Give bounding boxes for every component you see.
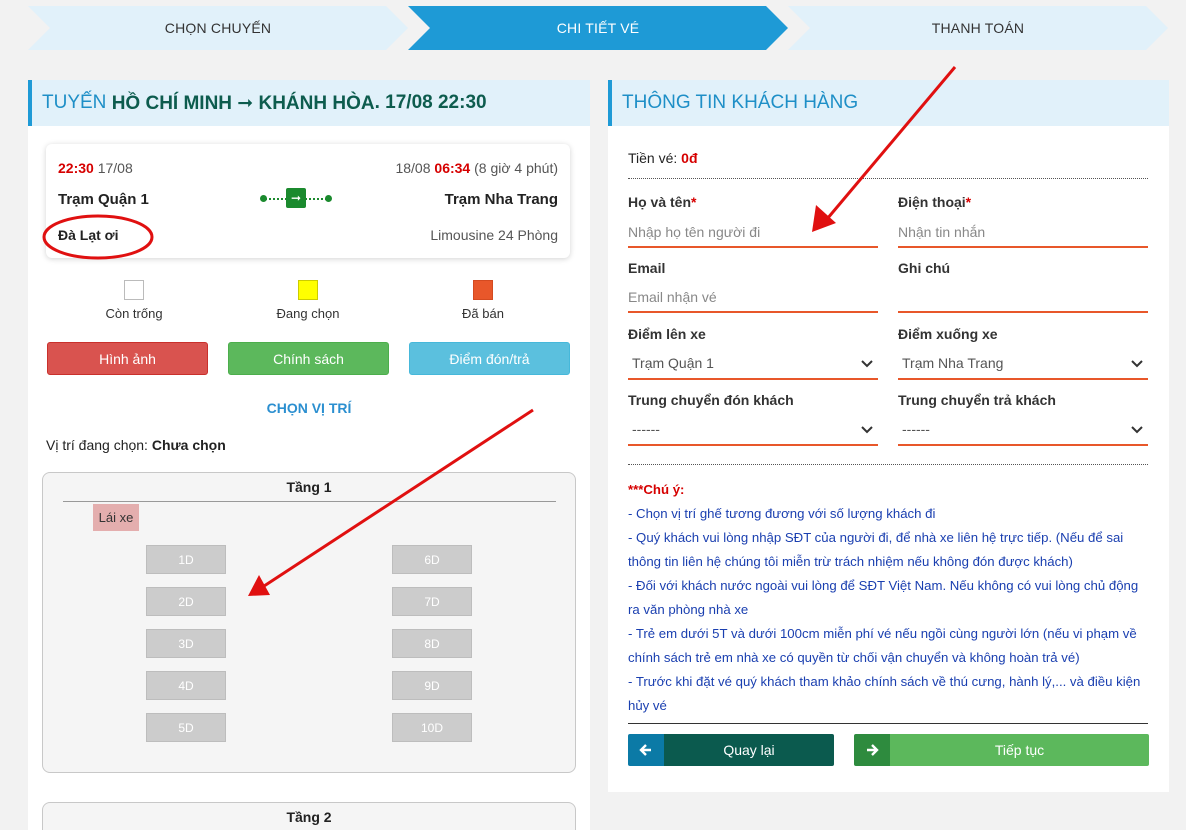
customer-panel: THÔNG TIN KHÁCH HÀNG Tiền vé: 0đ Họ và t… [608, 80, 1169, 792]
depart-date: 17/08 [97, 160, 133, 176]
seat-7d[interactable]: 7D [392, 587, 472, 616]
route-datetime: . 17/08 22:30 [374, 92, 487, 113]
trip-card: 22:30 17/08 18/08 06:34 (8 giờ 4 phút) T… [46, 144, 570, 258]
from-station: Trạm Quận 1 [58, 191, 149, 208]
arrive-date: 18/08 [395, 160, 431, 176]
legend-selecting: Đang chọn [248, 280, 368, 321]
transfer-pickup-select[interactable]: ------ [628, 414, 878, 446]
pickup-label: Điểm lên xe [628, 326, 706, 342]
booking-page: CHỌN CHUYẾN CHI TIẾT VÉ THANH TOÁN TUYẾN… [0, 0, 1186, 830]
transfer-dropoff-select[interactable]: ------ [898, 414, 1148, 446]
floor-1-map: Tầng 1 Lái xe 1D 2D 3D 4D 5D 6D 7D 8D 9D… [42, 472, 576, 773]
route-prefix: TUYẾN [42, 92, 107, 113]
notes-title: ***Chú ý: [628, 482, 685, 497]
vehicle-type: Limousine 24 Phòng [430, 227, 558, 243]
chevron-down-icon [1131, 360, 1143, 368]
transfer-dropoff-label: Trung chuyển trả khách [898, 392, 1056, 408]
note-input[interactable] [898, 283, 1148, 313]
transfer-dropoff-value: ------ [902, 421, 930, 437]
progress-steps: CHỌN CHUYẾN CHI TIẾT VÉ THANH TOÁN [28, 6, 1168, 50]
step-choose-trip[interactable]: CHỌN CHUYẾN [28, 6, 408, 50]
seat-10d[interactable]: 10D [392, 713, 472, 742]
depart-info: 22:30 17/08 [58, 160, 133, 176]
note-line: - Chọn vị trí ghế tương đương với số lượ… [628, 506, 936, 521]
back-button[interactable]: Quay lại [628, 734, 834, 766]
price-value: 0đ [681, 150, 698, 166]
trip-duration: (8 giờ 4 phút) [474, 160, 558, 176]
note-line: - Quý khách vui lòng nhập SĐT của người … [628, 530, 1124, 569]
route-arrow-icon: ➞ [260, 188, 332, 210]
seat-4d[interactable]: 4D [146, 671, 226, 700]
customer-header: THÔNG TIN KHÁCH HÀNG [608, 80, 1169, 126]
note-line: - Trẻ em dưới 5T và dưới 100cm miễn phí … [628, 626, 1137, 665]
trip-panel: TUYẾN HỒ CHÍ MINH ➞ KHÁNH HÒA . 17/08 22… [28, 80, 590, 830]
floor-2-title: Tầng 2 [286, 809, 332, 825]
legend-swatch [298, 280, 318, 300]
pickup-value: Trạm Quận 1 [632, 355, 714, 371]
note-line: - Trước khi đặt vé quý khách tham khảo c… [628, 674, 1141, 713]
seat-5d[interactable]: 5D [146, 713, 226, 742]
transfer-pickup-value: ------ [632, 421, 660, 437]
legend-label: Đã bán [462, 306, 504, 321]
email-label: Email [628, 260, 666, 276]
route-header: TUYẾN HỒ CHÍ MINH ➞ KHÁNH HÒA . 17/08 22… [28, 80, 590, 126]
legend-available: Còn trống [74, 280, 194, 321]
legend-sold: Đã bán [423, 280, 543, 321]
next-label: Tiếp tục [890, 734, 1149, 766]
phone-input[interactable] [898, 218, 1148, 248]
pickup-points-button[interactable]: Điểm đón/trả [409, 342, 570, 375]
seat-9d[interactable]: 9D [392, 671, 472, 700]
name-label: Họ và tên* [628, 194, 697, 210]
chevron-down-icon [1131, 426, 1143, 434]
arrive-info: 18/08 06:34 (8 giờ 4 phút) [395, 160, 558, 176]
step-ticket-detail[interactable]: CHI TIẾT VÉ [408, 6, 788, 50]
arrow-left-icon [628, 734, 664, 766]
floor-1-title: Tầng 1 [286, 479, 332, 495]
dropoff-label: Điểm xuống xe [898, 326, 998, 342]
floor-2-map: Tầng 2 [42, 802, 576, 830]
seat-8d[interactable]: 8D [392, 629, 472, 658]
chevron-down-icon [861, 426, 873, 434]
selected-seat-line: Vị trí đang chọn: Chưa chọn [46, 437, 226, 453]
driver-seat: Lái xe [93, 504, 139, 531]
seat-1d[interactable]: 1D [146, 545, 226, 574]
legend-label: Còn trống [105, 306, 163, 321]
note-line: - Đối với khách nước ngoài vui lòng để S… [628, 578, 1139, 617]
choose-seat-title: CHỌN VỊ TRÍ [266, 400, 352, 416]
phone-label: Điện thoại* [898, 194, 972, 210]
customer-header-title: THÔNG TIN KHÁCH HÀNG [622, 92, 859, 113]
selected-seat-label: Vị trí đang chọn: [46, 437, 148, 453]
depart-time: 22:30 [58, 160, 94, 176]
seat-6d[interactable]: 6D [392, 545, 472, 574]
arrive-time: 06:34 [434, 160, 471, 176]
next-button[interactable]: Tiếp tục [854, 734, 1149, 766]
route-name: HỒ CHÍ MINH ➞ KHÁNH HÒA [111, 92, 375, 114]
step-payment[interactable]: THANH TOÁN [788, 6, 1168, 50]
pickup-select[interactable]: Trạm Quận 1 [628, 348, 878, 380]
price-label: Tiền vé: [628, 150, 678, 166]
arrow-right-icon [854, 734, 890, 766]
email-input[interactable] [628, 283, 878, 313]
selected-seat-value: Chưa chọn [151, 437, 226, 453]
chevron-down-icon [861, 360, 873, 368]
legend-swatch [124, 280, 144, 300]
ticket-price: Tiền vé: 0đ [628, 150, 698, 166]
note-label: Ghi chú [898, 260, 951, 276]
dropoff-select[interactable]: Trạm Nha Trang [898, 348, 1148, 380]
operator-name: Đà Lạt ơi [58, 227, 119, 243]
legend-swatch [473, 280, 493, 300]
name-input[interactable] [628, 218, 878, 248]
dropoff-value: Trạm Nha Trang [902, 355, 1004, 371]
legend-label: Đang chọn [276, 306, 340, 321]
notes-block: ***Chú ý: - Chọn vị trí ghế tương đương … [628, 478, 1148, 718]
transfer-pickup-label: Trung chuyển đón khách [628, 392, 794, 408]
seat-2d[interactable]: 2D [146, 587, 226, 616]
seat-3d[interactable]: 3D [146, 629, 226, 658]
back-label: Quay lại [664, 734, 834, 766]
policy-button[interactable]: Chính sách [228, 342, 389, 375]
to-station: Trạm Nha Trang [444, 191, 558, 208]
images-button[interactable]: Hình ảnh [47, 342, 208, 375]
